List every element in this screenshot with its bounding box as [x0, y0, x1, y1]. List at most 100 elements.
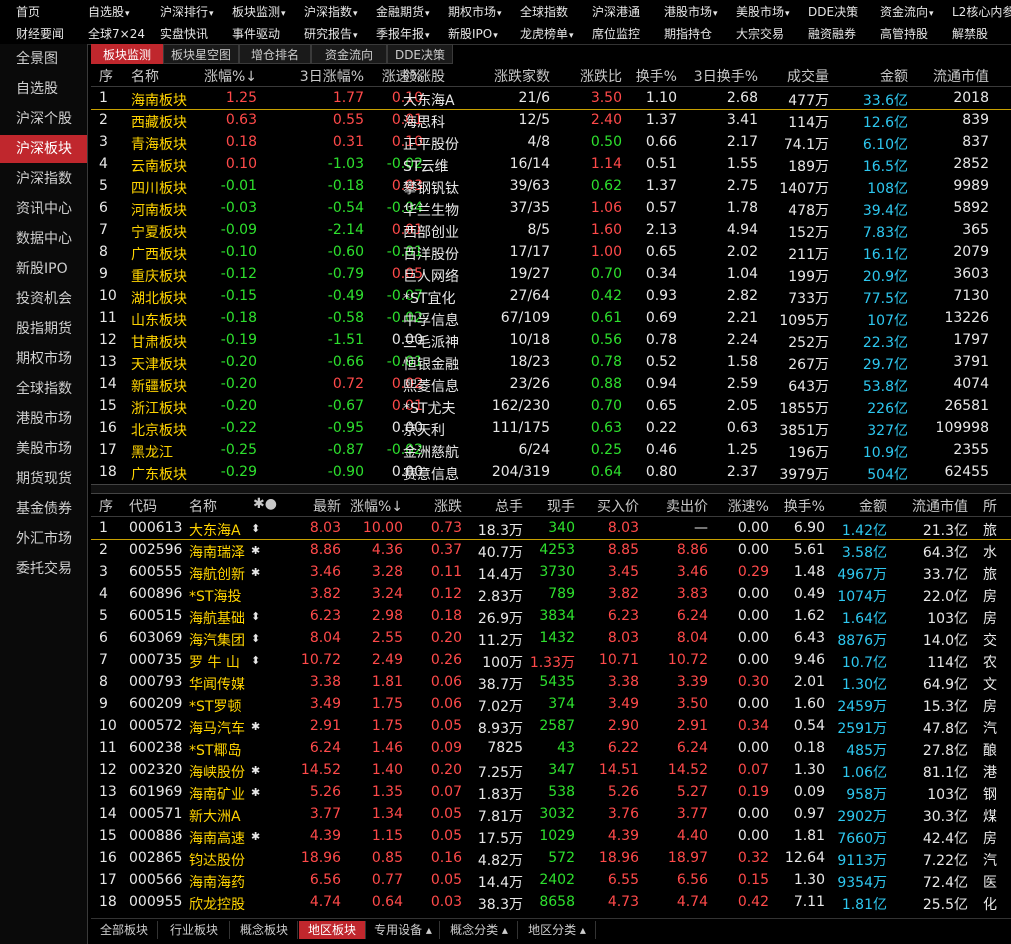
column-header[interactable]: 涨跌比: [580, 66, 622, 86]
sidebar-item[interactable]: 沪深板块: [0, 135, 87, 163]
table-row[interactable]: 3 600555 海航创新 ✱ 3.46 3.28 0.11 14.4万 3730 3.45 3.4…: [91, 561, 1011, 583]
table-row[interactable]: 12 甘肃板块 -0.19 -1.51 0.00 三毛派神 10/18 0.56 0.78 2.2…: [91, 329, 1011, 351]
column-header[interactable]: 序: [99, 66, 113, 86]
menu-item[interactable]: L2核心内参: [952, 3, 1011, 20]
bottom-tab-0[interactable]: 全部板块: [91, 921, 158, 939]
bottom-tab-3[interactable]: 地区板块: [299, 921, 366, 939]
column-header[interactable]: 所: [983, 496, 997, 516]
menu-item[interactable]: 港股市场▾: [664, 3, 718, 20]
column-header[interactable]: 金额: [859, 496, 887, 516]
table-row[interactable]: 8 广西板块 -0.10 -0.60 -0.01 百洋股份 17/17 1.00 0.65 2.0…: [91, 241, 1011, 263]
menu-item[interactable]: 季报年报▾: [376, 25, 430, 42]
menu-item[interactable]: 沪深港通: [592, 3, 640, 20]
table-row[interactable]: 7 宁夏板块 -0.09 -2.14 0.01 西部创业 8/5 1.60 2.13 4.94 15…: [91, 219, 1011, 241]
menu-item[interactable]: 解禁股: [952, 25, 988, 42]
table-row[interactable]: 4 600896 *ST海投 3.82 3.24 0.12 2.83万 789 3.82 3.83…: [91, 583, 1011, 605]
menu-item[interactable]: 融资融券: [808, 25, 856, 42]
column-header[interactable]: 现手: [547, 496, 575, 516]
table-row[interactable]: 10 000572 海马汽车 ✱ 2.91 1.75 0.05 8.93万 2587 2.90 2.…: [91, 715, 1011, 737]
column-header[interactable]: 3日涨幅%: [300, 66, 364, 86]
table-row[interactable]: 10 湖北板块 -0.15 -0.49 -0.07 *ST宜化 27/64 0.42 0.93 2…: [91, 285, 1011, 307]
column-header[interactable]: 卖出价: [666, 496, 708, 516]
table-row[interactable]: 13 601969 海南矿业 ✱ 5.26 1.35 0.07 1.83万 538 5.26 5.2…: [91, 781, 1011, 803]
bottom-tab-2[interactable]: 概念板块: [231, 921, 298, 939]
sidebar-item[interactable]: 新股IPO: [0, 255, 87, 283]
sidebar-item[interactable]: 委托交易: [0, 555, 87, 583]
column-header[interactable]: 换手%: [636, 66, 677, 86]
table-row[interactable]: 18 000955 欣龙控股 4.74 0.64 0.03 38.3万 8658 4.73 4.7…: [91, 891, 1011, 913]
table-row[interactable]: 12 002320 海峡股份 ✱ 14.52 1.40 0.20 7.25万 347 14.51 1…: [91, 759, 1011, 781]
table-row[interactable]: 16 002865 钧达股份 18.96 0.85 0.16 4.82万 572 18.96 18…: [91, 847, 1011, 869]
column-header[interactable]: 流通市值: [933, 66, 989, 86]
sidebar-item[interactable]: 全球指数: [0, 375, 87, 403]
column-header[interactable]: 买入价: [597, 496, 639, 516]
table-row[interactable]: 14 000571 新大洲A 3.77 1.34 0.05 7.81万 3032 3.76 3.7…: [91, 803, 1011, 825]
table-row[interactable]: 11 600238 *ST椰岛 6.24 1.46 0.09 7825 43 6.22 6.24 0…: [91, 737, 1011, 759]
table-row[interactable]: 7 000735 罗 牛 山 ⬍ 10.72 2.49 0.26 100万 1.33万 10.71…: [91, 649, 1011, 671]
table-row[interactable]: 17 000566 海南海药 6.56 0.77 0.05 14.4万 2402 6.55 6.5…: [91, 869, 1011, 891]
column-header[interactable]: 金额: [880, 66, 908, 86]
panel-divider[interactable]: [91, 484, 1011, 494]
table-row[interactable]: 11 山东板块 -0.18 -0.58 -0.02 中孚信息 67/109 0.61 0.69 2…: [91, 307, 1011, 329]
table-row[interactable]: 8 000793 华闻传媒 3.38 1.81 0.06 38.7万 5435 3.38 3.39…: [91, 671, 1011, 693]
column-header[interactable]: 涨速%: [728, 496, 769, 516]
menu-item[interactable]: 金融期货▾: [376, 3, 430, 20]
table-row[interactable]: 2 西藏板块 0.63 0.55 0.01 海思科 12/5 2.40 1.37 3.41 114万…: [91, 109, 1011, 131]
menu-item[interactable]: 沪深排行▾: [160, 3, 214, 20]
menu-item[interactable]: 自选股▾: [88, 3, 130, 20]
sidebar-item[interactable]: 投资机会: [0, 285, 87, 313]
menu-item[interactable]: 板块监测▾: [232, 3, 286, 20]
sidebar-item[interactable]: 期货现货: [0, 465, 87, 493]
column-header[interactable]: 最新: [313, 496, 341, 516]
menu-item[interactable]: 高管持股: [880, 25, 928, 42]
menu-item[interactable]: 期权市场▾: [448, 3, 502, 20]
table-row[interactable]: 14 新疆板块 -0.20 0.72 0.02 熙菱信息 23/26 0.88 0.94 2.59…: [91, 373, 1011, 395]
tab-4[interactable]: DDE决策: [387, 44, 453, 64]
menu-item[interactable]: 研究报告▾: [304, 25, 358, 42]
menu-item[interactable]: 资金流向▾: [880, 3, 934, 20]
table-row[interactable]: 3 青海板块 0.18 0.31 0.10 正平股份 4/8 0.50 0.66 2.17 74.1…: [91, 131, 1011, 153]
table-row[interactable]: 13 天津板块 -0.20 -0.66 -0.01 恒银金融 18/23 0.78 0.52 1.…: [91, 351, 1011, 373]
menu-item[interactable]: 新股IPO▾: [448, 25, 498, 42]
bottom-tab-1[interactable]: 行业板块: [159, 921, 230, 939]
table-row[interactable]: 16 北京板块 -0.22 -0.95 0.00 京天利 111/175 0.63 0.22 0.…: [91, 417, 1011, 439]
column-header[interactable]: 涨幅%↓: [350, 496, 403, 516]
table-row[interactable]: 1 海南板块 1.25 1.77 0.10 大东海A 21/6 3.50 1.10 2.68 477…: [91, 87, 1011, 110]
tab-0[interactable]: 板块监测: [91, 44, 163, 64]
column-header[interactable]: ✱●: [253, 496, 277, 512]
bottom-tab-5[interactable]: 概念分类 ▴: [441, 921, 518, 939]
menu-item[interactable]: 事件驱动: [232, 25, 280, 42]
tab-1[interactable]: 板块星空图: [163, 44, 239, 64]
menu-item[interactable]: 龙虎榜单▾: [520, 25, 574, 42]
table-row[interactable]: 6 603069 海汽集团 ⬍ 8.04 2.55 0.20 11.2万 1432 8.03 8.0…: [91, 627, 1011, 649]
menu-item[interactable]: 全球7×24: [88, 25, 145, 42]
column-header[interactable]: 成交量: [787, 66, 829, 86]
bottom-tab-6[interactable]: 地区分类 ▴: [519, 921, 596, 939]
tab-3[interactable]: 资金流向: [311, 44, 387, 64]
menu-item[interactable]: 大宗交易: [736, 25, 784, 42]
column-header[interactable]: 流通市值: [912, 496, 968, 516]
sidebar-item[interactable]: 港股市场: [0, 405, 87, 433]
sidebar-item[interactable]: 自选股: [0, 75, 87, 103]
menu-item[interactable]: 席位监控: [592, 25, 640, 42]
table-row[interactable]: 17 黑龙江 -0.25 -0.87 -0.02 金洲慈航 6/24 0.25 0.46 1.25…: [91, 439, 1011, 461]
column-header[interactable]: 名称: [189, 496, 217, 516]
menu-item[interactable]: 实盘快讯: [160, 25, 208, 42]
sidebar-item[interactable]: 沪深指数: [0, 165, 87, 193]
sidebar-item[interactable]: 沪深个股: [0, 105, 87, 133]
table-row[interactable]: 5 600515 海航基础 ⬍ 6.23 2.98 0.18 26.9万 3834 6.23 6.2…: [91, 605, 1011, 627]
menu-item[interactable]: 全球指数: [520, 3, 568, 20]
column-header[interactable]: 总手: [495, 496, 523, 516]
column-header[interactable]: 涨跌: [434, 496, 462, 516]
tab-2[interactable]: 增仓排名: [239, 44, 311, 64]
sidebar-item[interactable]: 美股市场: [0, 435, 87, 463]
menu-item[interactable]: 财经要闻: [16, 25, 64, 42]
sidebar-item[interactable]: 期权市场: [0, 345, 87, 373]
menu-item[interactable]: 首页: [16, 3, 40, 20]
bottom-tab-4[interactable]: 专用设备 ▴: [367, 921, 440, 939]
sidebar-item[interactable]: 全景图: [0, 45, 87, 73]
table-row[interactable]: 15 浙江板块 -0.20 -0.67 0.01 *ST尤夫 162/230 0.70 0.65…: [91, 395, 1011, 417]
table-row[interactable]: 5 四川板块 -0.01 -0.18 0.03 攀钢钒钛 39/63 0.62 1.37 2.75…: [91, 175, 1011, 197]
sidebar-item[interactable]: 外汇市场: [0, 525, 87, 553]
column-header[interactable]: 领涨股: [403, 66, 445, 86]
